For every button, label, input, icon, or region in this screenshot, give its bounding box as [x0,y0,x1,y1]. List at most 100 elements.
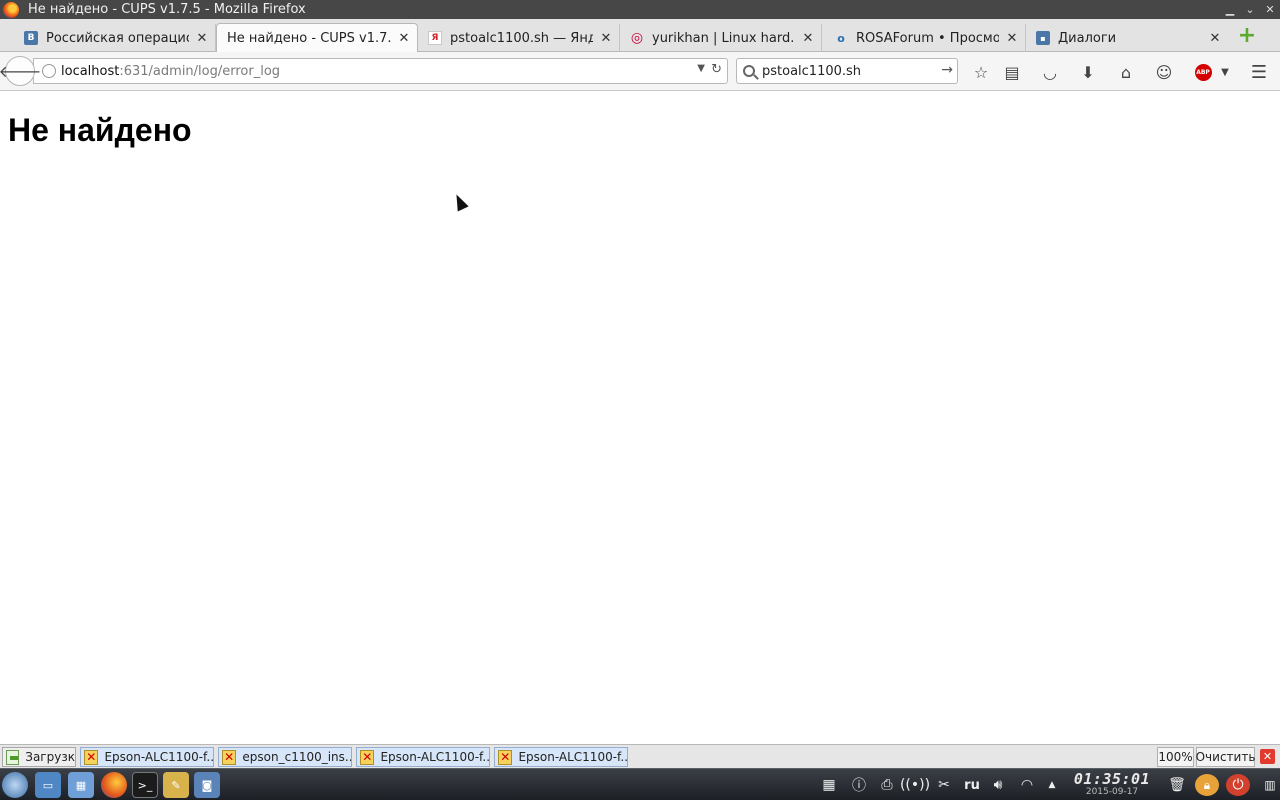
tab-2[interactable]: Я pstoalc1100.sh — Янд... ✕ [420,24,620,52]
search-bar[interactable]: pstoalc1100.sh → [736,58,958,84]
download-label: Загрузки [25,750,75,764]
tab-label: Не найдено - CUPS v1.7.5 [227,31,391,46]
tab-close-icon[interactable]: ✕ [195,31,209,46]
wifi-icon[interactable]: ◠ [1016,774,1038,796]
downloads-icon[interactable]: ⬇ [1078,62,1098,82]
trash-icon[interactable]: 🗑︎ [1166,774,1188,796]
rosa-icon: o [837,31,845,45]
tab-4[interactable]: o ROSAForum • Просмо... ✕ [826,24,1026,52]
wireless-signal-icon[interactable]: ((•)) [900,774,930,796]
hamburger-menu-icon[interactable]: ☰ [1249,62,1269,83]
tray-expand-icon[interactable]: ▲ [1044,774,1060,796]
download-label: epson_c1100_ins... [242,750,351,764]
bookmarks-menu-icon[interactable]: ▤ [1002,62,1022,82]
show-desktop-icon[interactable]: ▥ [1262,774,1278,796]
page-heading: Не найдено [8,112,192,148]
scissors-icon[interactable]: ✂ [933,774,955,796]
tab-close-icon[interactable]: ✕ [801,31,815,46]
start-menu-icon[interactable] [2,772,28,798]
adblock-dropdown-icon[interactable]: ▼ [1215,62,1235,82]
globe-icon [42,64,56,78]
url-bar[interactable]: localhost:631/admin/log/error_log ▼ ↻ [33,58,728,84]
terminal-icon[interactable]: >_ [132,772,158,798]
tab-strip: В Российская операцио... ✕ Не найдено - … [0,19,1280,53]
failed-download-icon: ✕ [222,749,237,765]
clear-downloads-button[interactable]: Очистить [1196,747,1255,767]
text-editor-icon[interactable]: ✎ [163,772,189,798]
downloads-folder-icon [6,749,20,765]
download-item[interactable]: ✕ Epson-ALC1100-f... [494,747,628,767]
volume-icon[interactable]: 🔊︎ [987,774,1009,796]
maximize-icon[interactable]: ⌄ [1240,0,1260,19]
failed-download-icon: ✕ [498,749,513,765]
tray-app-icon[interactable]: ▦ [816,774,842,796]
download-label: Epson-ALC1100-f... [380,750,489,764]
tab-close-icon[interactable]: ✕ [1208,31,1222,46]
chat-bubble-icon[interactable]: ☺ [1154,62,1174,82]
vk-icon: В [24,31,38,45]
minimize-icon[interactable]: ▁ [1220,0,1240,19]
reload-icon[interactable]: ↻ [711,62,722,77]
bookmark-star-icon[interactable]: ☆ [971,62,991,82]
clock[interactable]: 01:35:01 2015-09-17 [1072,770,1152,797]
failed-download-icon: ✕ [360,749,375,765]
downloads-button[interactable]: Загрузки [2,747,76,767]
tab-close-icon[interactable]: ✕ [599,31,613,46]
tab-0[interactable]: В Российская операцио... ✕ [16,24,216,52]
firefox-logo-icon [3,1,19,18]
close-window-icon[interactable]: ✕ [1260,0,1280,19]
search-input[interactable]: pstoalc1100.sh [762,64,861,79]
lock-screen-icon[interactable]: 🔒︎ [1195,774,1219,796]
url-history-dropdown-icon[interactable]: ▼ [697,63,705,74]
tab-1[interactable]: Не найдено - CUPS v1.7.5 ✕ [216,23,418,53]
failed-download-icon: ✕ [84,749,99,765]
download-label: Epson-ALC1100-f... [518,750,627,764]
navigation-toolbar: localhost:631/admin/log/error_log ▼ ↻ 🡐 … [0,52,1280,91]
window-title: Не найдено - CUPS v1.7.5 - Mozilla Firef… [28,2,306,17]
tab-label: ROSAForum • Просмо... [856,30,999,46]
tab-label: yurikhan | Linux hard... [652,30,795,46]
clock-date: 2015-09-17 [1085,787,1139,797]
printer-icon[interactable]: ⎙ [876,774,898,796]
keyboard-layout-indicator[interactable]: ru [960,774,984,796]
tab-5[interactable]: ▪ Диалоги ✕ [1028,24,1228,52]
desktop-icon[interactable]: ▭ [35,772,61,798]
pocket-icon[interactable]: ◡ [1040,62,1060,82]
search-go-arrow-icon[interactable]: → [941,62,953,78]
tab-label: Российская операцио... [46,30,189,46]
url-host: localhost [61,63,120,79]
firefox-launcher-icon[interactable] [101,772,127,798]
back-button[interactable]: 🡐 [0,56,41,86]
debian-icon: ◎ [630,30,644,46]
download-item[interactable]: ✕ epson_c1100_ins... [218,747,352,767]
adblock-plus-icon[interactable]: ABP [1193,62,1213,82]
close-downloads-bar-icon[interactable]: ✕ [1260,749,1275,764]
yandex-icon: Я [428,31,442,45]
downloads-bar: Загрузки ✕ Epson-ALC1100-f... ✕ epson_c1… [0,744,1280,768]
tab-3[interactable]: ◎ yurikhan | Linux hard... ✕ [622,24,822,52]
new-tab-plus-icon[interactable]: + [1236,25,1258,47]
tab-close-icon[interactable]: ✕ [397,31,411,46]
url-path: :631/admin/log/error_log [119,63,281,79]
screenshot-tool-icon[interactable]: ◙ [194,772,220,798]
power-icon[interactable]: ⏻ [1226,774,1250,796]
window-titlebar: Не найдено - CUPS v1.7.5 - Mozilla Firef… [0,0,1280,19]
info-icon[interactable]: ⓘ [848,774,870,796]
download-label: Epson-ALC1100-f... [104,750,213,764]
home-icon[interactable]: ⌂ [1116,62,1136,82]
download-item[interactable]: ✕ Epson-ALC1100-f... [356,747,490,767]
mouse-pointer-icon [451,191,469,212]
system-taskbar: ▭ ▦ >_ ✎ ◙ ▦ ⓘ ⎙ ((•)) ✂ ru 🔊︎ ◠ ▲ 01:35… [0,768,1280,800]
back-arrow-icon: 🡐 [0,62,42,81]
tab-label: Диалоги [1058,30,1117,46]
page-content: Не найдено [0,91,1280,744]
file-manager-icon[interactable]: ▦ [68,772,94,798]
tab-label: pstoalc1100.sh — Янд... [450,30,593,46]
tab-close-icon[interactable]: ✕ [1005,31,1019,46]
download-item[interactable]: ✕ Epson-ALC1100-f... [80,747,214,767]
chat-icon: ▪ [1036,31,1050,45]
clock-time: 01:35:01 [1073,770,1151,788]
window-controls: ▁ ⌄ ✕ [1220,0,1280,19]
zoom-level[interactable]: 100% [1157,747,1194,767]
search-icon [743,65,755,77]
